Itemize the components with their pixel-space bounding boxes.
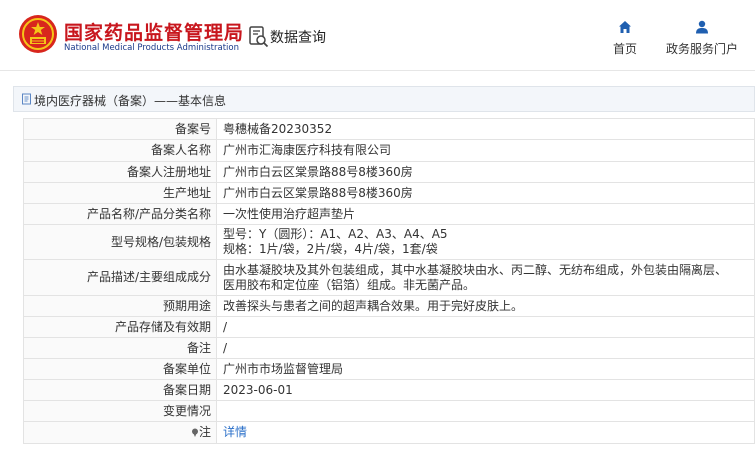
pin-icon: [191, 428, 198, 437]
national-emblem-icon: [19, 15, 57, 53]
breadcrumb-text: 境内医疗器械（备案）——基本信息: [34, 94, 227, 108]
nav-home-label: 首页: [612, 42, 637, 56]
table-row: 备案日期 2023-06-01: [23, 379, 755, 401]
field-label: 备案日期: [23, 379, 217, 401]
field-value: /: [216, 337, 755, 359]
nav-services-label: 政务服务门户: [665, 42, 738, 56]
field-label: 型号规格/包装规格: [23, 224, 217, 260]
data-query-link[interactable]: 数据查询: [270, 27, 326, 47]
field-label: 产品描述/主要组成成分: [23, 259, 217, 296]
field-value: [216, 400, 755, 422]
field-value: 2023-06-01: [216, 379, 755, 401]
table-row: 产品存储及有效期 /: [23, 316, 755, 338]
value-line: 由水基凝胶块及其外包装组成，其中水基凝胶块由水、丙二醇、无纺布组成，外包装由隔离…: [223, 262, 728, 277]
field-label: 预期用途: [23, 295, 217, 317]
site-header: 国家药品监督管理局 National Medical Products Admi…: [0, 0, 755, 71]
field-value: 广州市白云区棠景路88号8楼360房: [216, 161, 755, 183]
field-label: 注: [23, 421, 217, 444]
table-row: 变更情况: [23, 400, 755, 422]
table-row: 备案人名称 广州市汇海康医疗科技有限公司: [23, 139, 755, 162]
table-row: 备案单位 广州市市场监督管理局: [23, 358, 755, 380]
field-label: 备案号: [23, 118, 217, 140]
table-row: 型号规格/包装规格 型号：Y（圆形）：A1、A2、A3、A4、A5 规格：1片/…: [23, 224, 755, 260]
field-label: 生产地址: [23, 182, 217, 204]
field-label: 备案人注册地址: [23, 161, 217, 183]
field-value: 广州市市场监督管理局: [216, 358, 755, 380]
site-subtitle: National Medical Products Administration: [64, 43, 239, 53]
table-row: 产品名称/产品分类名称 一次性使用治疗超声垫片: [23, 203, 755, 225]
nav-home[interactable]: 首页: [606, 20, 644, 57]
table-row: 预期用途 改善探头与患者之间的超声耦合效果。用于完好皮肤上。: [23, 295, 755, 317]
table-row: 备案人注册地址 广州市白云区棠景路88号8楼360房: [23, 161, 755, 183]
table-row: 产品描述/主要组成成分 由水基凝胶块及其外包装组成，其中水基凝胶块由水、丙二醇、…: [23, 259, 755, 296]
field-value: 一次性使用治疗超声垫片: [216, 203, 755, 225]
field-value: /: [216, 316, 755, 338]
field-label: 产品存储及有效期: [23, 316, 217, 338]
field-value: 广州市白云区棠景路88号8楼360房: [216, 182, 755, 204]
details-link[interactable]: 详情: [223, 425, 247, 439]
field-label: 备案人名称: [23, 139, 217, 162]
field-value: 详情: [216, 421, 755, 444]
field-value: 广州市汇海康医疗科技有限公司: [216, 139, 755, 162]
document-icon: [22, 93, 31, 105]
search-document-icon[interactable]: [249, 26, 269, 48]
field-value: 型号：Y（圆形）：A1、A2、A3、A4、A5 规格：1片/袋，2片/袋，4片/…: [216, 224, 755, 260]
value-line: 规格：1片/袋，2片/袋，4片/袋，1套/袋: [223, 242, 438, 256]
field-label: 产品名称/产品分类名称: [23, 203, 217, 225]
value-line: 医用胶布和定位座（铝箔）组成。非无菌产品。: [223, 277, 476, 292]
table-row: 注 详情: [23, 421, 755, 444]
table-row: 备案号 粤穗械备20230352: [23, 118, 755, 140]
field-value: 改善探头与患者之间的超声耦合效果。用于完好皮肤上。: [216, 295, 755, 317]
value-line: 型号：Y（圆形）：A1、A2、A3、A4、A5: [223, 227, 448, 241]
table-row: 生产地址 广州市白云区棠景路88号8楼360房: [23, 182, 755, 204]
field-value: 粤穗械备20230352: [216, 118, 755, 140]
field-label: 变更情况: [23, 400, 217, 422]
site-title: 国家药品监督管理局: [64, 22, 245, 44]
user-icon: [696, 20, 708, 34]
field-label: 备注: [23, 337, 217, 359]
nav-services[interactable]: 政务服务门户: [662, 20, 742, 57]
note-label: 注: [198, 425, 211, 439]
record-detail-table: 备案号 粤穗械备20230352 备案人名称 广州市汇海康医疗科技有限公司 备案…: [23, 118, 755, 444]
breadcrumb: 境内医疗器械（备案）——基本信息: [13, 86, 755, 112]
field-value: 由水基凝胶块及其外包装组成，其中水基凝胶块由水、丙二醇、无纺布组成，外包装由隔离…: [216, 259, 755, 296]
home-icon: [619, 21, 631, 33]
field-label: 备案单位: [23, 358, 217, 380]
table-row: 备注 /: [23, 337, 755, 359]
